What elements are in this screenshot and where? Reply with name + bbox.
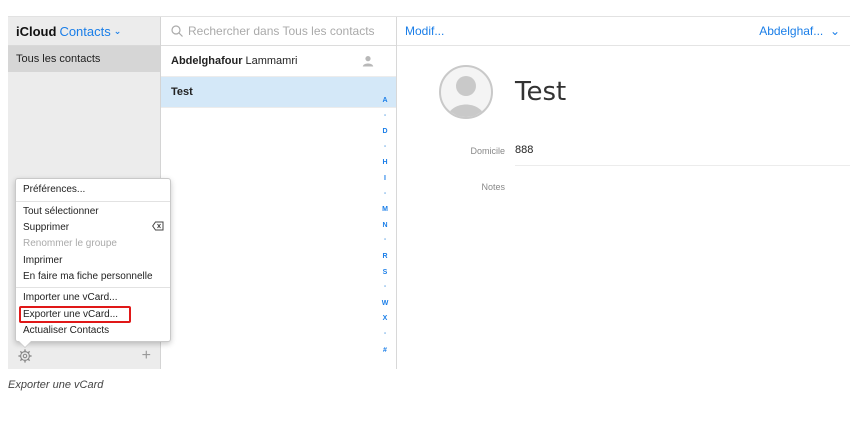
contact-avatar (439, 65, 493, 119)
field-notes: Notes (397, 179, 850, 199)
menu-item-make-my-card[interactable]: En faire ma fiche personnelle (23, 269, 164, 285)
app-name: Contacts (59, 23, 111, 39)
menu-item-import-vcard[interactable]: Importer une vCard... (23, 290, 164, 306)
alphabet-index[interactable]: A • D • H I • M N • R S • W X • # (374, 93, 396, 358)
index-letter[interactable]: A (382, 93, 387, 109)
account-name: Abdelghaf... (759, 24, 824, 38)
field-label: Notes (481, 182, 505, 192)
contact-last-name: Lammamri (245, 55, 298, 67)
contact-first-name: Test (171, 86, 193, 98)
menu-item-rename-group: Renommer le groupe (23, 238, 117, 249)
index-letter[interactable]: W (382, 296, 389, 312)
app-switcher[interactable]: iCloud Contacts ⌄ (8, 17, 160, 46)
figure-caption: Exporter une vCard (8, 379, 104, 391)
menu-item-delete[interactable]: Supprimer (23, 220, 164, 236)
contact-name: Test (515, 77, 567, 107)
index-letter[interactable]: D (382, 124, 387, 140)
search-placeholder: Rechercher dans Tous les contacts (188, 24, 375, 38)
index-dot[interactable]: • (384, 140, 386, 156)
field-home: Domicile 888 (397, 143, 850, 163)
menu-item-refresh-contacts[interactable]: Actualiser Contacts (23, 323, 164, 339)
divider (515, 165, 850, 166)
settings-menu: Préférences... Tout sélectionner Supprim… (15, 178, 171, 342)
menu-item-print[interactable]: Imprimer (23, 253, 164, 269)
edit-button[interactable]: Modif... (405, 24, 444, 38)
field-label: Domicile (470, 146, 505, 156)
index-letter[interactable]: H (382, 155, 387, 171)
index-dot[interactable]: • (384, 327, 386, 343)
menu-separator (16, 287, 170, 288)
menu-pointer (19, 341, 31, 347)
brand-label: iCloud (16, 23, 57, 39)
detail-toolbar: Modif... Abdelghaf... ⌄ (397, 17, 850, 46)
index-letter[interactable]: # (383, 343, 387, 359)
account-menu[interactable]: Abdelghaf... ⌄ (759, 24, 840, 38)
gear-icon[interactable] (18, 349, 32, 363)
menu-item-export-vcard[interactable]: Exporter une vCard... (19, 306, 131, 323)
contact-list: Rechercher dans Tous les contacts Abdelg… (161, 17, 397, 369)
menu-item-select-all[interactable]: Tout sélectionner (23, 204, 164, 220)
index-letter[interactable]: I (384, 171, 386, 187)
search-icon (171, 25, 183, 37)
index-letter[interactable]: X (383, 311, 388, 327)
contact-detail: Modif... Abdelghaf... ⌄ Test Domicile 88… (397, 17, 850, 369)
index-letter[interactable]: M (382, 202, 388, 218)
contact-row-selected[interactable]: Test (161, 77, 396, 108)
index-dot[interactable]: • (384, 280, 386, 296)
menu-item-label: Supprimer (23, 222, 70, 233)
index-dot[interactable]: • (384, 187, 386, 203)
menu-separator (16, 201, 170, 202)
delete-key-icon (152, 221, 164, 231)
search-field[interactable]: Rechercher dans Tous les contacts (161, 17, 396, 46)
add-contact-button[interactable]: + (142, 347, 151, 365)
group-all-contacts[interactable]: Tous les contacts (8, 46, 160, 72)
field-value[interactable]: 888 (515, 144, 533, 156)
contact-first-name: Abdelghafour (171, 55, 243, 67)
chevron-down-icon: ⌄ (113, 25, 122, 36)
contact-row[interactable]: Abdelghafour Lammamri (161, 46, 396, 77)
person-icon (447, 76, 485, 117)
person-icon (362, 56, 374, 67)
menu-item-preferences[interactable]: Préférences... (23, 182, 164, 198)
index-dot[interactable]: • (384, 233, 386, 249)
index-letter[interactable]: S (383, 265, 388, 281)
index-letter[interactable]: N (382, 218, 387, 234)
index-letter[interactable]: R (382, 249, 387, 265)
index-dot[interactable]: • (384, 109, 386, 125)
chevron-down-icon: ⌄ (826, 24, 840, 38)
